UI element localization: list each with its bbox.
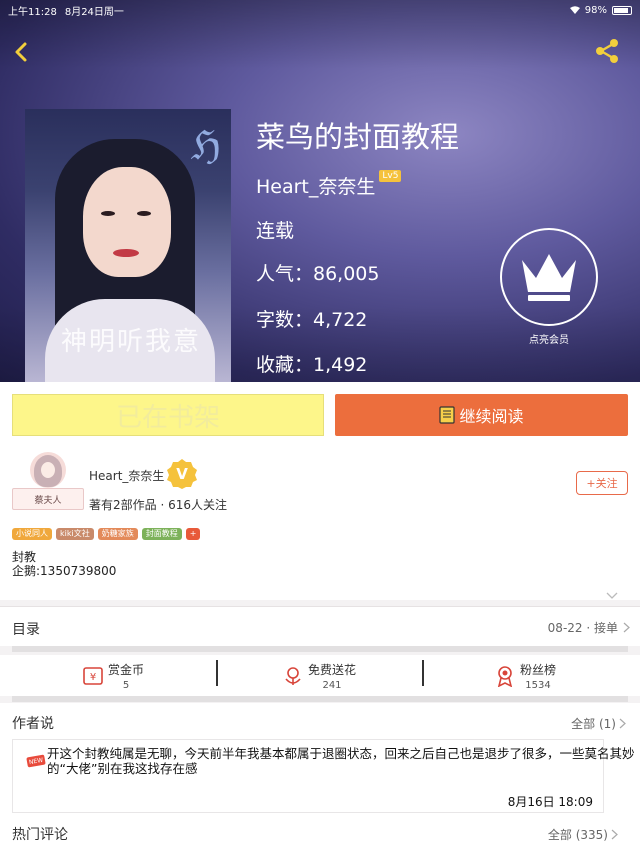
divider: [12, 696, 628, 702]
crown-icon: [522, 254, 576, 301]
gift-value: 5: [122, 679, 130, 691]
divider: [216, 660, 218, 686]
serial-status: 连载: [256, 220, 295, 242]
author-tag[interactable]: +: [185, 528, 201, 540]
gift-row: ¥ 赏金币 5 免费送花 241 粉丝榜 1534: [0, 655, 640, 696]
popularity-stat: 人气：86,005: [256, 263, 380, 285]
catalog-label: 目录: [12, 622, 40, 638]
author-says-section: 作者说 全部 (1) NEW 开这个封教纯属是无聊，今天前半年我基本都属于退圈状…: [0, 703, 640, 818]
catalog-row[interactable]: 目录 08-22 · 接单: [0, 606, 640, 646]
divider: [422, 660, 424, 686]
svg-text:¥: ¥: [90, 672, 96, 683]
book-author-name[interactable]: Heart_奈奈生: [256, 172, 375, 199]
svg-text:V: V: [176, 465, 188, 483]
tag-list: 小说同人 kiki文社 奶糖家族 封面教程 +: [12, 528, 201, 540]
author-avatar[interactable]: [30, 452, 66, 488]
author-tag[interactable]: 小说同人: [12, 528, 52, 540]
cover-art-eye: [137, 211, 151, 216]
verified-v-icon: V: [167, 459, 197, 489]
coin-icon: ¥: [83, 666, 103, 685]
follow-button[interactable]: +关注: [576, 471, 628, 495]
book-author[interactable]: Heart_奈奈生 Lv5: [256, 170, 402, 199]
gift-value: 1534: [525, 679, 551, 691]
chevron-down-icon[interactable]: [606, 592, 618, 600]
avatar-frame-label: 蔡夫人: [12, 488, 84, 510]
author-tag[interactable]: kiki文社: [56, 528, 94, 540]
word-count-stat: 字数：4,722: [256, 309, 368, 331]
continue-reading-label: 继续阅读: [459, 407, 524, 426]
hot-comments-all-link[interactable]: 全部 (335): [548, 826, 608, 843]
share-icon[interactable]: [594, 38, 620, 64]
vip-label: 点亮会员: [529, 335, 569, 346]
cover-art-eye: [101, 211, 115, 216]
back-button[interactable]: [8, 38, 36, 66]
author-tag[interactable]: 封面教程: [141, 528, 182, 540]
battery-icon: [612, 5, 632, 15]
status-bar: 上午11:28 8月24日周一 98%: [0, 0, 640, 20]
author-card: 蔡夫人 Heart_奈奈生 V 著有2部作品 · 616人关注 +关注 小说同人…: [0, 450, 640, 600]
send-flower-button[interactable]: 免费送花 241: [282, 655, 356, 696]
author-note-date: 8月16日 18:09: [507, 795, 593, 809]
gift-value: 241: [322, 679, 342, 691]
level-badge: Lv5: [379, 170, 402, 182]
flower-icon: [285, 666, 301, 685]
catalog-update: 08-22 · 接单: [547, 621, 618, 635]
author-tag[interactable]: 奶糖家族: [97, 528, 138, 540]
intro-line: 企鹅:1350739800: [12, 564, 117, 578]
favorites-stat: 收藏：1,492: [256, 354, 368, 376]
wifi-icon: [569, 6, 580, 14]
reward-coin-button[interactable]: ¥ 赏金币 5: [82, 655, 144, 696]
chevron-right-icon: [623, 622, 630, 633]
new-badge: NEW: [26, 754, 46, 768]
fan-ranking-button[interactable]: 粉丝榜 1534: [494, 655, 556, 696]
author-note[interactable]: NEW 开这个封教纯属是无聊，今天前半年我基本都属于退圈状态，回来之后自己也是退…: [12, 739, 635, 813]
chevron-right-icon: [611, 829, 618, 840]
hot-comments-label: 热门评论: [12, 827, 68, 843]
cover-title: 神明听我意: [61, 327, 202, 357]
author-intro: 封教 企鹅:1350739800: [12, 550, 116, 578]
book-title: 菜鸟的封面教程: [256, 120, 460, 154]
continue-reading-button[interactable]: 继续阅读: [335, 394, 628, 436]
ribbon-icon: [497, 665, 513, 687]
chevron-right-icon: [619, 718, 626, 729]
status-time: 上午11:28: [8, 6, 57, 18]
status-date: 8月24日周一: [64, 6, 124, 18]
battery-percent: 98%: [584, 4, 607, 16]
author-note-text: 开这个封教纯属是无聊，今天前半年我基本都属于退圈状态，回来之后自己也是退步了很多…: [47, 746, 635, 776]
cover-art-lips: [113, 249, 139, 257]
gift-name: 粉丝榜: [520, 662, 557, 677]
in-bookshelf-button[interactable]: 已在书架: [12, 394, 324, 436]
author-says-label: 作者说: [12, 716, 54, 732]
author-says-all-link[interactable]: 全部 (1): [571, 715, 616, 732]
book-cover[interactable]: ℌ 神明听我意: [25, 109, 231, 382]
action-bar: 已在书架 继续阅读: [0, 382, 640, 450]
hot-comments-section: 热门评论 全部 (335): [0, 818, 640, 853]
author-meta: 著有2部作品 · 616人关注: [89, 498, 227, 512]
cover-art-face: [83, 167, 171, 277]
gift-name: 赏金币: [108, 662, 145, 677]
divider: [12, 646, 628, 652]
book-header: 上午11:28 8月24日周一 98% ℌ 神明听我意 菜鸟的封面教程 Hear…: [0, 0, 640, 382]
book-icon: [439, 406, 456, 424]
avatar-face: [41, 462, 55, 478]
cover-deco: ℌ: [190, 123, 221, 169]
author-name[interactable]: Heart_奈奈生: [89, 467, 164, 484]
vip-button[interactable]: [500, 228, 598, 326]
intro-line: 封教: [12, 550, 37, 564]
in-bookshelf-label: 已在书架: [115, 402, 220, 433]
gift-name: 免费送花: [308, 662, 357, 677]
